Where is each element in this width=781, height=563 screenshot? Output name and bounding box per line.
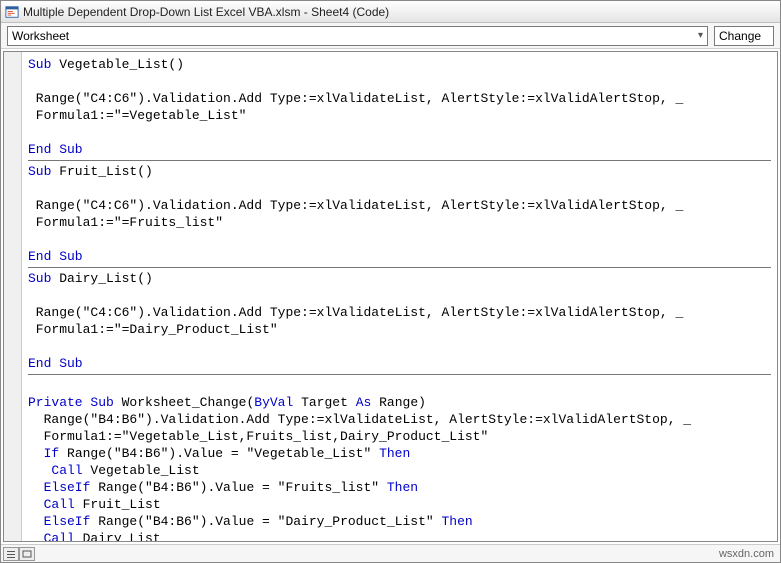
procedure-dropdown-value: Change: [719, 29, 761, 43]
margin-gutter: [4, 52, 22, 541]
object-dropdown-value: Worksheet: [12, 29, 69, 43]
vba-module-icon: [5, 5, 19, 19]
vba-code-window: Multiple Dependent Drop-Down List Excel …: [0, 0, 781, 563]
code-toolbar: Worksheet ▾ Change: [1, 23, 780, 49]
titlebar[interactable]: Multiple Dependent Drop-Down List Excel …: [1, 1, 780, 23]
watermark: wsxdn.com: [719, 548, 774, 560]
code-editor[interactable]: Sub Vegetable_List() Range("C4:C6").Vali…: [22, 52, 777, 541]
procedure-view-button[interactable]: [3, 547, 19, 561]
object-dropdown[interactable]: Worksheet ▾: [7, 26, 708, 46]
view-buttons: [3, 547, 35, 561]
code-pane: Sub Vegetable_List() Range("C4:C6").Vali…: [3, 51, 778, 542]
procedure-dropdown[interactable]: Change: [714, 26, 774, 46]
window-title: Multiple Dependent Drop-Down List Excel …: [23, 5, 389, 19]
chevron-down-icon: ▾: [694, 30, 703, 41]
full-module-view-button[interactable]: [19, 547, 35, 561]
statusbar: wsxdn.com: [1, 544, 780, 562]
